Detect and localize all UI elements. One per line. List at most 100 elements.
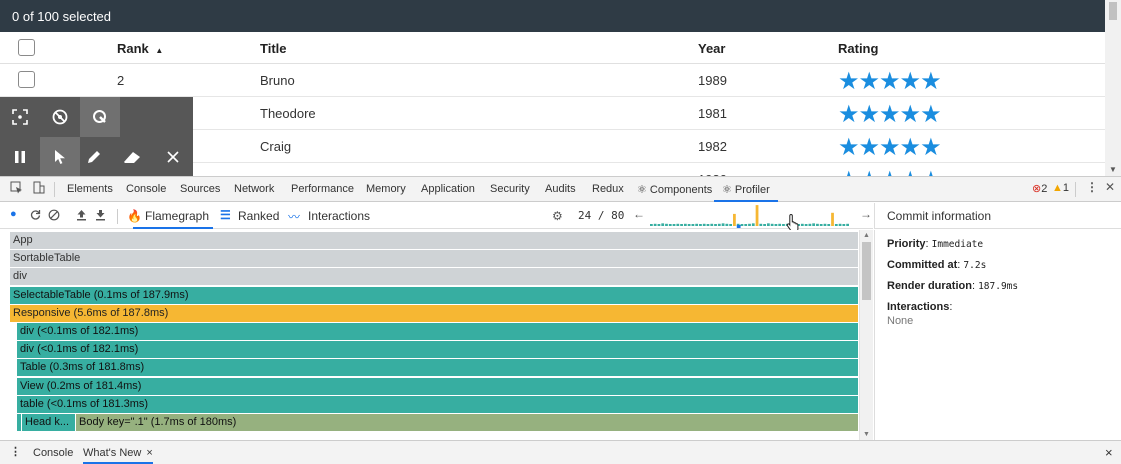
commit-bar[interactable] — [650, 224, 653, 226]
commit-bar[interactable] — [782, 224, 785, 226]
commit-bar[interactable] — [725, 223, 729, 226]
commit-bar[interactable] — [819, 224, 823, 226]
commit-bar[interactable] — [827, 224, 831, 226]
commit-bar[interactable] — [729, 224, 733, 226]
tab-sources[interactable]: Sources — [180, 183, 220, 195]
flamegraph-scrollbar-thumb[interactable] — [862, 242, 871, 300]
commit-bar[interactable] — [717, 223, 721, 226]
commit-bar[interactable] — [751, 223, 755, 226]
commit-bar[interactable] — [687, 224, 691, 226]
commit-bar-chart[interactable] — [650, 204, 850, 228]
flamegraph-bar[interactable]: View (0.2ms of 181.4ms) — [17, 377, 859, 395]
commit-bar[interactable] — [653, 223, 657, 226]
page-scrollbar[interactable]: ▼ — [1105, 0, 1121, 176]
year-column-header[interactable]: Year — [698, 41, 725, 56]
commit-bar[interactable] — [838, 223, 842, 226]
tab-ranked[interactable]: ☰ Ranked — [220, 208, 279, 223]
commit-bar[interactable] — [812, 223, 816, 226]
commit-bar[interactable] — [672, 224, 676, 226]
rank-column-header[interactable]: Rank ▲ — [117, 41, 163, 56]
commit-bar[interactable] — [816, 223, 819, 226]
title-column-header[interactable]: Title — [260, 41, 287, 56]
settings-gear-icon[interactable]: ⚙ — [552, 209, 563, 223]
scroll-down-arrow-icon[interactable]: ▼ — [863, 431, 870, 438]
close-tab-icon[interactable]: × — [146, 447, 152, 459]
commit-bar[interactable] — [733, 213, 736, 226]
tab-memory[interactable]: Memory — [366, 183, 406, 195]
commit-bar[interactable] — [740, 224, 744, 226]
commit-bar[interactable] — [846, 223, 849, 226]
commit-bar[interactable] — [714, 224, 717, 226]
device-toolbar-icon[interactable] — [32, 181, 45, 197]
flamegraph-bar[interactable]: div (<0.1ms of 182.1ms) — [17, 341, 859, 359]
previous-commit-arrow-icon[interactable]: ← — [633, 207, 645, 221]
close-drawer-icon[interactable]: × — [1105, 445, 1113, 460]
commit-bar[interactable] — [706, 224, 710, 226]
commit-bar[interactable] — [774, 224, 778, 226]
close-icon[interactable] — [153, 137, 193, 176]
tab-profiler[interactable]: ⚛ Profiler — [714, 183, 778, 202]
commit-bar[interactable] — [823, 223, 827, 226]
tab-components[interactable]: ⚛ Components — [637, 183, 712, 196]
commit-bar[interactable] — [759, 223, 763, 226]
commit-bar[interactable] — [755, 205, 759, 226]
flamegraph-bar[interactable]: div — [10, 268, 859, 286]
commit-bar[interactable] — [770, 223, 774, 226]
flamegraph-bar[interactable]: Table (0.3ms of 181.8ms) — [17, 359, 859, 377]
drawer-menu-icon[interactable]: ⋮ — [10, 445, 21, 458]
tab-flamegraph[interactable]: 🔥 Flamegraph — [127, 209, 214, 229]
download-icon[interactable] — [95, 209, 106, 224]
flamegraph-bar[interactable]: table (<0.1ms of 181.3ms) — [17, 395, 859, 413]
commit-bar[interactable] — [668, 224, 672, 226]
drawer-tab-console[interactable]: Console — [33, 447, 73, 459]
focus-icon[interactable] — [0, 97, 40, 137]
tab-security[interactable]: Security — [490, 183, 530, 195]
commit-bar[interactable] — [834, 224, 838, 226]
tab-audits[interactable]: Audits — [545, 183, 576, 195]
commit-bar[interactable] — [695, 223, 699, 226]
upload-icon[interactable] — [76, 209, 87, 224]
commit-bar[interactable] — [702, 223, 706, 226]
table-row[interactable]: 2 Bruno 1989 ★★★★★ — [0, 64, 1105, 97]
inspect-element-icon[interactable] — [10, 181, 23, 197]
reload-icon[interactable] — [30, 209, 41, 223]
commit-bar[interactable] — [691, 224, 695, 226]
row-checkbox[interactable] — [18, 71, 35, 88]
tab-performance[interactable]: Performance — [291, 183, 354, 195]
commit-bar[interactable] — [748, 223, 751, 226]
flamegraph-bar[interactable]: App — [10, 232, 859, 249]
clear-icon[interactable] — [48, 209, 60, 224]
tab-console[interactable]: Console — [126, 183, 166, 195]
commit-bar[interactable] — [665, 223, 668, 226]
pause-icon[interactable] — [0, 137, 40, 176]
commit-bar[interactable] — [831, 212, 834, 226]
scroll-up-arrow-icon[interactable]: ▲ — [863, 232, 870, 239]
commit-bar[interactable] — [778, 223, 782, 226]
commit-bar[interactable] — [680, 224, 683, 226]
commit-bar[interactable] — [676, 223, 680, 226]
commit-bar[interactable] — [766, 223, 770, 226]
commit-bar[interactable] — [699, 224, 702, 226]
flamegraph-bar[interactable]: SortableTable — [10, 250, 859, 268]
scroll-down-arrow-icon[interactable]: ▼ — [1109, 165, 1117, 174]
select-all-checkbox[interactable] — [18, 39, 35, 56]
close-devtools-icon[interactable]: ✕ — [1105, 180, 1115, 194]
record-icon[interactable]: ● — [10, 208, 17, 220]
flamegraph-bar[interactable]: div (<0.1ms of 182.1ms) — [17, 323, 859, 340]
error-count[interactable]: ⊗2 — [1032, 182, 1047, 195]
more-options-icon[interactable]: ⋮ — [1086, 180, 1098, 194]
drawer-tab-whats-new[interactable]: What's New × — [83, 447, 153, 464]
tab-redux[interactable]: Redux — [592, 183, 624, 195]
commit-bar[interactable] — [808, 223, 812, 226]
flamegraph-bar[interactable] — [17, 414, 21, 431]
tab-application[interactable]: Application — [421, 183, 475, 195]
commit-bar[interactable] — [721, 223, 725, 226]
rating-column-header[interactable]: Rating — [838, 41, 878, 56]
flamegraph-bar[interactable]: Body key=".1" (1.7ms of 180ms) — [76, 414, 859, 431]
flamegraph-bar[interactable]: Head k... — [22, 414, 76, 431]
commit-bar[interactable] — [842, 224, 846, 226]
tab-network[interactable]: Network — [234, 183, 274, 195]
tab-elements[interactable]: Elements — [67, 183, 113, 195]
commit-bar[interactable] — [804, 224, 808, 226]
flamegraph-bar[interactable]: SelectableTable (0.1ms of 187.9ms) — [10, 286, 859, 304]
